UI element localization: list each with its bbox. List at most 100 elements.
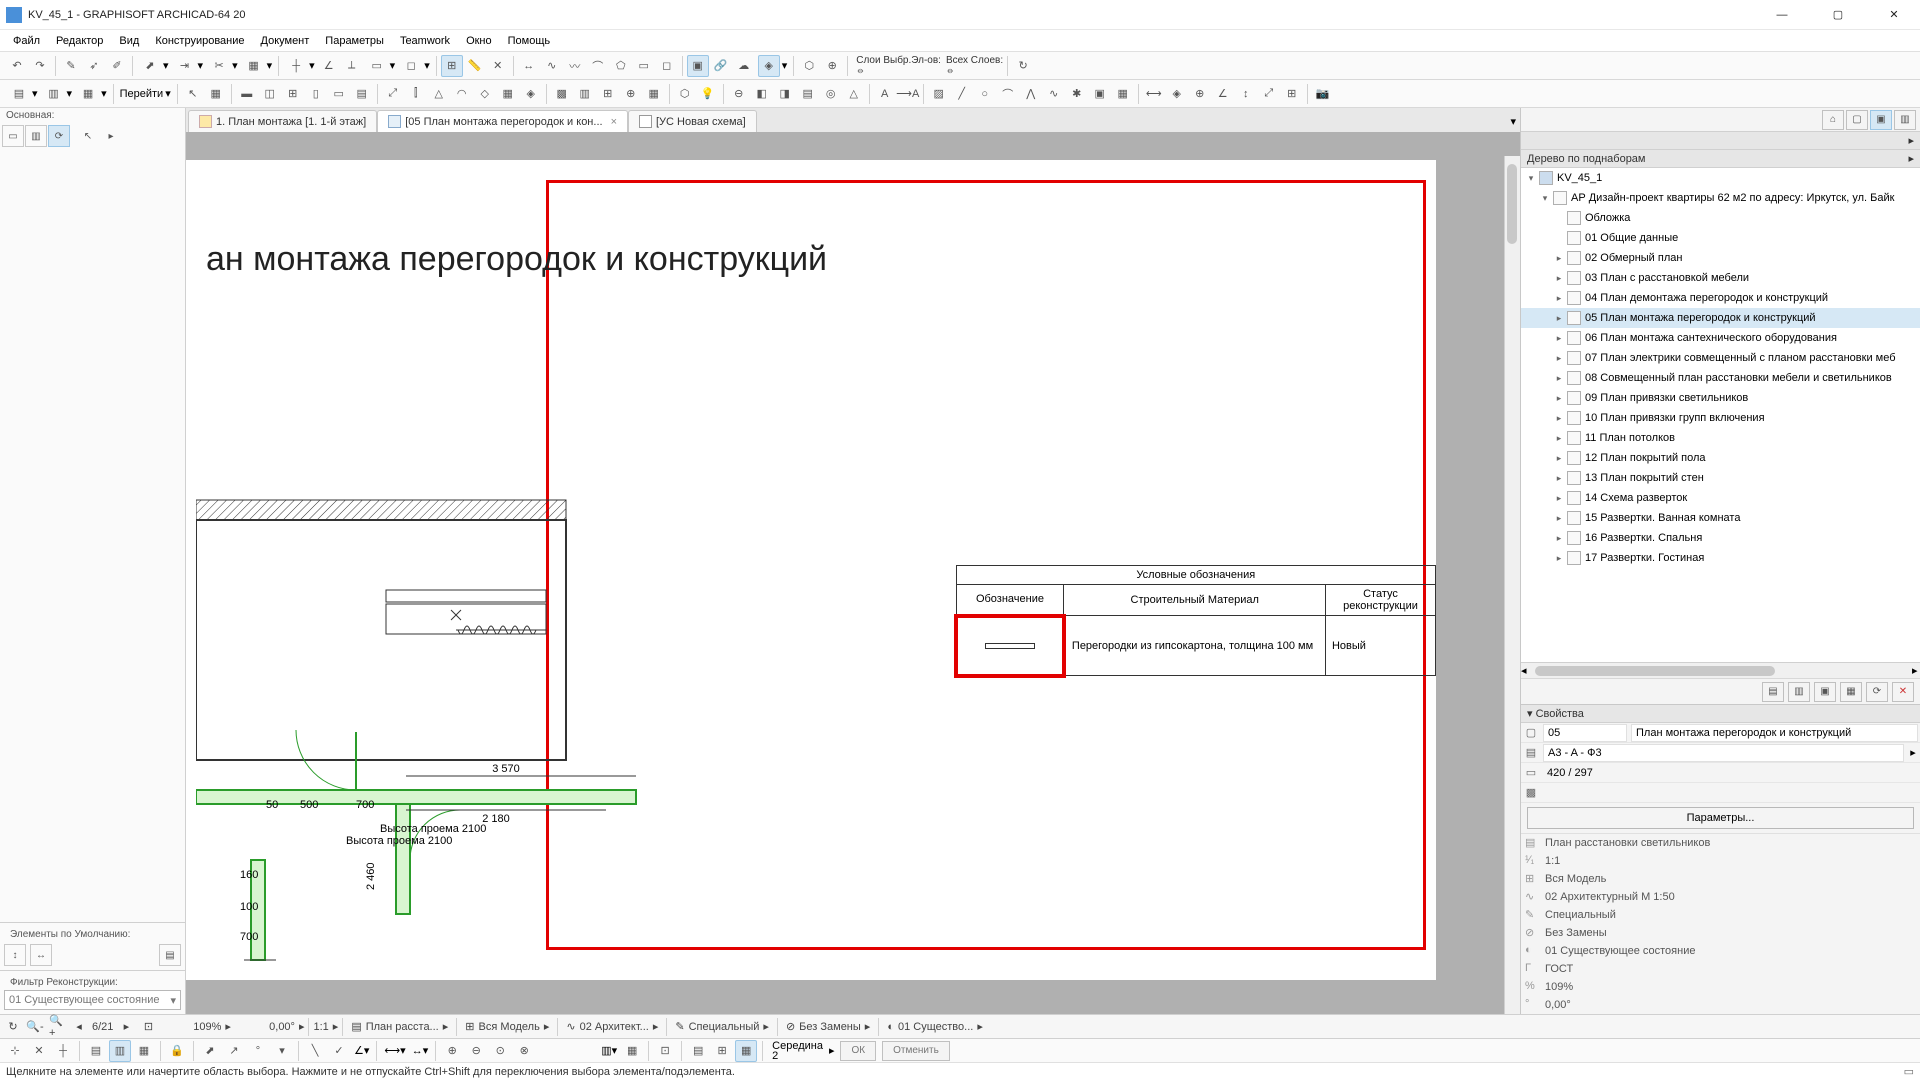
beam-icon[interactable]: ▭: [328, 83, 350, 105]
go-menu[interactable]: Перейти ▾: [118, 83, 173, 105]
hatch-icon[interactable]: ▦: [643, 83, 665, 105]
tree-item[interactable]: 01 Общие данные: [1521, 228, 1920, 248]
door-icon[interactable]: ◫: [259, 83, 281, 105]
qo-lock-icon[interactable]: 🔒: [166, 1040, 188, 1062]
setting-row[interactable]: ◐01 Существующее состояние: [1521, 942, 1920, 960]
tree-item[interactable]: ▸02 Обмерный план: [1521, 248, 1920, 268]
tree-item[interactable]: ▸03 План с расстановкой мебели: [1521, 268, 1920, 288]
rect-tool[interactable]: ▭▾: [364, 55, 398, 77]
spline2-icon[interactable]: ∿: [1043, 83, 1065, 105]
grid-tool[interactable]: ┼▾: [283, 55, 317, 77]
worksheet-icon[interactable]: ▤: [797, 83, 819, 105]
rect2-icon[interactable]: ▭: [633, 55, 655, 77]
menu-file[interactable]: Файл: [6, 33, 47, 49]
qo-24[interactable]: ⊞: [711, 1040, 733, 1062]
tree-item[interactable]: ▸10 План привязки групп включения: [1521, 408, 1920, 428]
square-tool[interactable]: ◻▾: [398, 55, 432, 77]
mesh-icon[interactable]: ▩: [551, 83, 573, 105]
nav-mode-3[interactable]: ▣: [1870, 110, 1892, 130]
navigator-tree[interactable]: ▾KV_45_1 ▾АР Дизайн-проект квартиры 62 м…: [1521, 168, 1920, 662]
angle-icon[interactable]: ∠: [318, 55, 340, 77]
ok-button[interactable]: ОК: [840, 1041, 876, 1061]
curve-icon[interactable]: ∿: [541, 55, 563, 77]
morph-icon[interactable]: ◈: [520, 83, 542, 105]
tab-close-icon[interactable]: ×: [611, 116, 617, 128]
tree-item[interactable]: ▸11 План потолков: [1521, 428, 1920, 448]
zoom-out-icon[interactable]: 🔍-: [26, 1018, 44, 1036]
menu-teamwork[interactable]: Teamwork: [393, 33, 457, 49]
section-icon[interactable]: ⊖: [728, 83, 750, 105]
curtain-icon[interactable]: ▦: [497, 83, 519, 105]
tree-item[interactable]: ▸14 Схема разверток: [1521, 488, 1920, 508]
close-window-button[interactable]: ✕: [1874, 1, 1914, 29]
mesh2-icon[interactable]: ⊞: [597, 83, 619, 105]
column-icon[interactable]: ▯: [305, 83, 327, 105]
slab-icon[interactable]: ▤: [351, 83, 373, 105]
setting-row[interactable]: °0,00°: [1521, 996, 1920, 1014]
wall-tool[interactable]: ⇥▾: [172, 55, 206, 77]
detail-icon[interactable]: ◎: [820, 83, 842, 105]
dim3-icon[interactable]: ↕: [1235, 83, 1257, 105]
select-icon[interactable]: ▣: [687, 55, 709, 77]
setting-row[interactable]: ✎Специальный: [1521, 906, 1920, 924]
qo-6[interactable]: ▦: [133, 1040, 155, 1062]
tree-horizontal-scrollbar[interactable]: ◂▸: [1521, 662, 1920, 678]
prev-page-icon[interactable]: ◂: [70, 1018, 88, 1036]
label-icon[interactable]: ⟶A: [897, 83, 919, 105]
qo-2[interactable]: ✕: [28, 1040, 50, 1062]
palette-cursor[interactable]: ↖: [77, 125, 99, 147]
tree-item[interactable]: ▸05 План монтажа перегородок и конструкц…: [1521, 308, 1920, 328]
palette-more[interactable]: ▸: [100, 125, 122, 147]
doc-tool[interactable]: ▥▾: [41, 83, 75, 105]
menu-design[interactable]: Конструирование: [148, 33, 251, 49]
undo-icon[interactable]: ↶: [6, 55, 28, 77]
link-icon[interactable]: 🔗: [710, 55, 732, 77]
line-icon[interactable]: ╱: [951, 83, 973, 105]
nav-action-3[interactable]: ▣: [1814, 682, 1836, 702]
elevation-icon[interactable]: ◧: [751, 83, 773, 105]
tree-item[interactable]: ▸15 Развертки. Ванная комната: [1521, 508, 1920, 528]
menu-edit[interactable]: Редактор: [49, 33, 110, 49]
qo-19[interactable]: ⊗: [513, 1040, 535, 1062]
tree-item[interactable]: ▸09 План привязки светильников: [1521, 388, 1920, 408]
palette-btn-3[interactable]: ⟳: [48, 125, 70, 147]
menu-window[interactable]: Окно: [459, 33, 499, 49]
setting-row[interactable]: ¹⁄₁1:1: [1521, 852, 1920, 870]
text-icon[interactable]: A: [874, 83, 896, 105]
qo-12[interactable]: ✓: [328, 1040, 350, 1062]
nav-action-1[interactable]: ▤: [1762, 682, 1784, 702]
minimize-button[interactable]: —: [1762, 1, 1802, 29]
nav-settings-icon[interactable]: ▸: [1908, 134, 1914, 147]
filter-select[interactable]: 01 Существующее состояние▾: [4, 990, 181, 1010]
nav-action-4[interactable]: ▦: [1840, 682, 1862, 702]
tree-item[interactable]: Обложка: [1521, 208, 1920, 228]
ruler-icon[interactable]: 📏: [464, 55, 486, 77]
hotspot-icon[interactable]: ✱: [1066, 83, 1088, 105]
tree-item[interactable]: ▸13 План покрытий стен: [1521, 468, 1920, 488]
dim2-icon[interactable]: ⟷: [1143, 83, 1165, 105]
trim-tool[interactable]: ✂▾: [206, 55, 240, 77]
brush-icon[interactable]: ✐: [106, 55, 128, 77]
railing-icon[interactable]: ⫿: [405, 83, 427, 105]
setting-row[interactable]: ΓГОСТ: [1521, 960, 1920, 978]
setting-row[interactable]: ∿02 Архитектурный М 1:50: [1521, 888, 1920, 906]
polyline-icon[interactable]: ⋀: [1020, 83, 1042, 105]
change-icon[interactable]: △: [843, 83, 865, 105]
prop-layout[interactable]: A3 - A - Ф3: [1543, 744, 1904, 762]
circle-icon[interactable]: ○: [974, 83, 996, 105]
figure-icon[interactable]: ▣: [1089, 83, 1111, 105]
qo-17[interactable]: ⊖: [465, 1040, 487, 1062]
qo-16[interactable]: ⊕: [441, 1040, 463, 1062]
menu-document[interactable]: Документ: [254, 33, 317, 49]
prop-name[interactable]: План монтажа перегородок и конструкций: [1631, 724, 1918, 742]
window-icon[interactable]: ⊞: [282, 83, 304, 105]
menu-view[interactable]: Вид: [112, 33, 146, 49]
lamp-icon[interactable]: 💡: [697, 83, 719, 105]
drawing-icon[interactable]: ▦: [1112, 83, 1134, 105]
syringe-icon[interactable]: ➶: [83, 55, 105, 77]
cursor-icon[interactable]: ↖: [182, 83, 204, 105]
sheet-tool[interactable]: ▦▾: [75, 83, 109, 105]
setting-row[interactable]: ▤План расстановки светильников: [1521, 834, 1920, 852]
nav-mode-4[interactable]: ▥: [1894, 110, 1916, 130]
setting-row[interactable]: %109%: [1521, 978, 1920, 996]
